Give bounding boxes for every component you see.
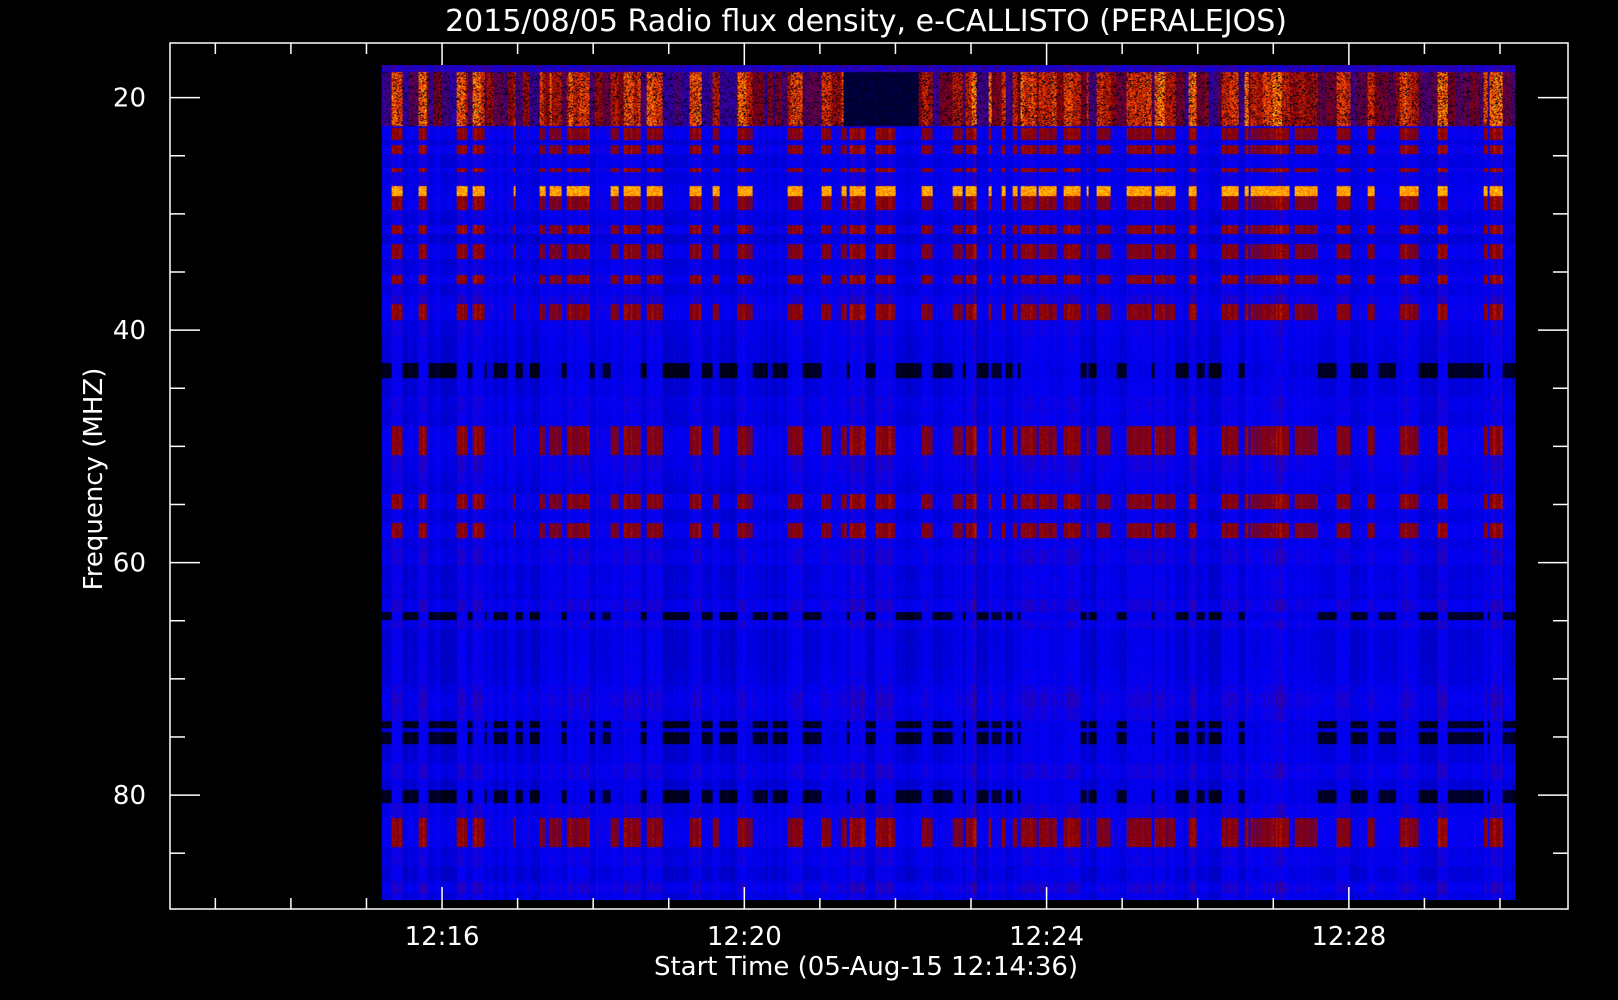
spectrogram-image — [381, 65, 1516, 901]
y-tick-label: 80 — [113, 781, 146, 811]
y-tick-label: 60 — [113, 549, 146, 579]
x-tick-label: 12:28 — [1311, 922, 1386, 952]
y-axis-label: Frequency (MHZ) — [79, 368, 109, 591]
x-tick-label: 12:24 — [1009, 922, 1084, 952]
y-tick-label: 40 — [113, 316, 146, 346]
spectrogram-chart: 2015/08/05 Radio flux density, e-CALLIST… — [0, 0, 1618, 1000]
x-tick-label: 12:20 — [707, 922, 782, 952]
y-tick-label: 20 — [113, 84, 146, 114]
spectrogram-pixels — [381, 65, 1516, 901]
x-tick-label: 12:16 — [405, 922, 480, 952]
x-axis-label: Start Time (05-Aug-15 12:14:36) — [654, 952, 1078, 982]
chart-title: 2015/08/05 Radio flux density, e-CALLIST… — [445, 4, 1287, 39]
